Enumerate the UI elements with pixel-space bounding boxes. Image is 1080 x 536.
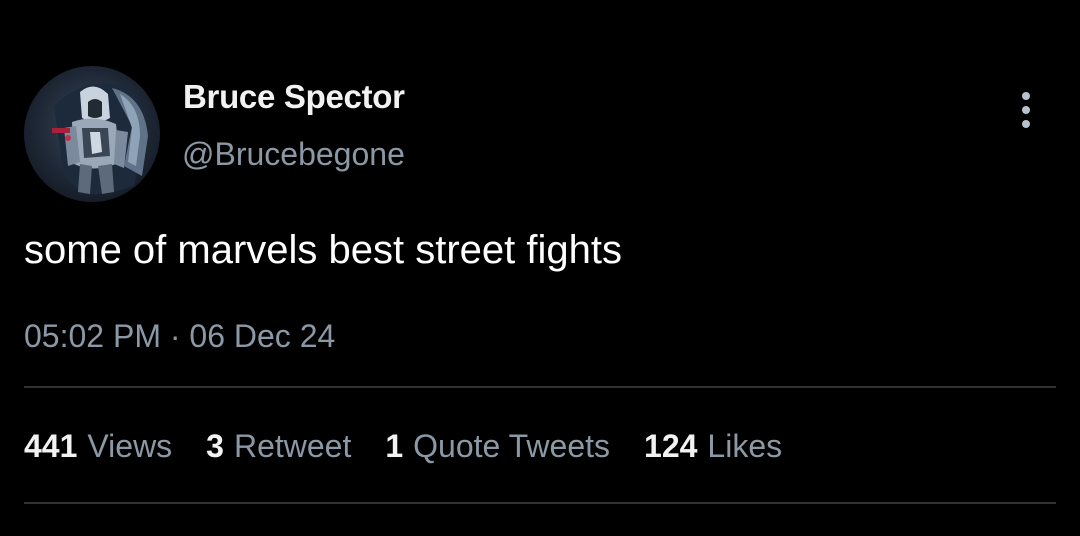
divider — [24, 502, 1056, 504]
stat-label: Retweet — [233, 428, 352, 464]
tweet-date: 06 Dec 24 — [189, 318, 336, 354]
tweet-text: some of marvels best street fights — [24, 228, 623, 272]
stat-likes[interactable]: 124 Likes — [644, 428, 782, 465]
hooded-knight-avatar-icon — [52, 83, 148, 195]
timestamp-separator: · — [169, 318, 181, 354]
user-handle[interactable]: @Brucebegone — [182, 136, 405, 173]
tweet-timestamp[interactable]: 05:02 PM · 06 Dec 24 — [24, 318, 335, 355]
display-name[interactable]: Bruce Spector — [183, 78, 405, 116]
stat-quote-tweets[interactable]: 1 Quote Tweets — [385, 428, 610, 465]
avatar[interactable] — [24, 66, 160, 202]
stat-count: 1 — [385, 428, 404, 464]
more-options-button[interactable] — [1010, 90, 1042, 130]
stat-count: 441 — [24, 428, 78, 464]
stat-label: Views — [87, 428, 173, 464]
tweet-time: 05:02 PM — [24, 318, 161, 354]
stat-label: Quote Tweets — [413, 428, 611, 464]
stat-label: Likes — [707, 428, 783, 464]
stat-count: 3 — [206, 428, 224, 464]
more-vertical-icon — [1022, 92, 1030, 100]
stat-retweets[interactable]: 3 Retweet — [206, 428, 351, 465]
divider — [24, 386, 1056, 388]
more-vertical-icon-dot — [1022, 106, 1030, 114]
stat-views[interactable]: 441 Views — [24, 428, 172, 465]
more-vertical-icon-dot — [1022, 120, 1030, 128]
tweet-card: Bruce Spector @Brucebegone some of marve… — [0, 0, 1080, 536]
stat-count: 124 — [644, 428, 698, 464]
tweet-stats: 441 Views 3 Retweet 1 Quote Tweets 124 L… — [24, 428, 816, 468]
